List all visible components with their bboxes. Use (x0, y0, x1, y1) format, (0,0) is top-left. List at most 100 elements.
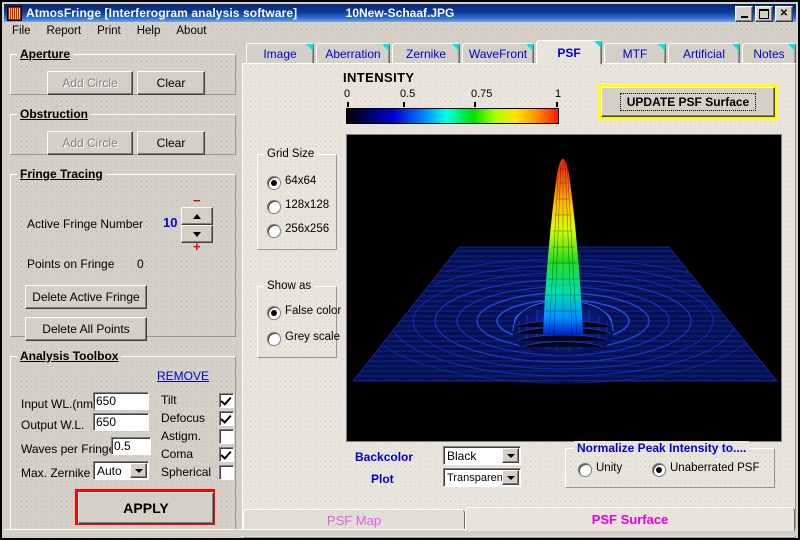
obstruction-clear-button[interactable]: Clear (137, 131, 205, 155)
triangle-up-icon (193, 213, 201, 219)
update-psf-surface-label: UPDATE PSF Surface (619, 93, 757, 111)
menu-item-help[interactable]: Help (129, 24, 169, 38)
intensity-title: INTENSITY (343, 70, 415, 85)
backcolor-label: Backcolor (355, 450, 414, 464)
grid-size-label-128: 128x128 (285, 199, 330, 211)
obstruction-clear-label: Clear (156, 136, 186, 150)
update-psf-surface-button[interactable]: UPDATE PSF Surface (601, 87, 775, 117)
tab-mtf[interactable]: MTF (604, 43, 666, 64)
active-fringe-label: Active Fringe Number (27, 217, 144, 231)
minimize-button[interactable] (735, 6, 753, 22)
tab-zernike-label: Zernike (405, 47, 446, 61)
tab-mtf-label: MTF (622, 47, 648, 61)
tab-zernike[interactable]: Zernike (392, 43, 460, 64)
remove-link[interactable]: REMOVE (157, 369, 209, 383)
tab-artificial[interactable]: Artificial (668, 43, 740, 64)
tilt-checkbox[interactable] (219, 393, 234, 408)
tab-strip: Image Aberration Zernike WaveFront PSF M… (242, 39, 796, 65)
input-wl-field[interactable]: 650 (93, 392, 149, 410)
astigm-checkbox[interactable] (219, 429, 234, 444)
tab-corner-icon (382, 44, 389, 51)
grid-size-group: Grid Size 64x64 128x128 256x256 (257, 148, 337, 250)
plot-dropdown[interactable]: Transparent (443, 468, 521, 487)
backcolor-value: Black (447, 448, 477, 463)
tab-aberration[interactable]: Aberration (316, 43, 390, 64)
menu-item-about[interactable]: About (168, 24, 214, 38)
points-on-fringe-value: 0 (137, 257, 144, 271)
backcolor-dropdown[interactable]: Black (443, 446, 521, 465)
max-zernike-dropdown[interactable]: Auto (93, 461, 149, 480)
output-wl-value: 650 (96, 415, 117, 429)
apply-highlight-frame: APPLY (75, 489, 215, 525)
apply-button[interactable]: APPLY (78, 492, 214, 524)
tab-artificial-label: Artificial (682, 47, 725, 61)
bottom-tab-psf-surface[interactable]: PSF Surface (465, 507, 795, 531)
analysis-toolbox-group: Analysis Toolbox REMOVE Input WL.(nm) 65… (10, 349, 236, 531)
waves-per-fringe-value: 0.5 (114, 439, 131, 453)
menu-bar: File Report Print Help About (4, 22, 796, 39)
psf-tab-panel: INTENSITY 0 0.5 0.75 1 UPDATE PSF Surfac… (242, 63, 796, 538)
tab-aberration-label: Aberration (325, 47, 381, 61)
grid-size-radio-256[interactable] (267, 224, 281, 238)
menu-item-report[interactable]: Report (39, 24, 90, 38)
spherical-label: Spherical (161, 465, 212, 479)
obstruction-add-circle-button[interactable]: Add Circle (47, 131, 133, 155)
defocus-checkbox[interactable] (219, 411, 234, 426)
fringe-tracing-legend: Fringe Tracing (20, 167, 103, 181)
fringe-spinner-up[interactable] (181, 207, 213, 225)
spherical-checkbox[interactable] (219, 465, 234, 480)
colorbar-tick-label-0-5: 0.5 (400, 88, 416, 100)
show-as-radio-false-color[interactable] (267, 306, 281, 320)
show-as-label-false-color: False color (285, 305, 342, 317)
show-as-radio-grey-scale[interactable] (267, 332, 281, 346)
tab-psf-label: PSF (557, 45, 581, 60)
menu-item-print[interactable]: Print (89, 24, 129, 38)
active-fringe-value: 10 (163, 215, 178, 230)
menu-item-file[interactable]: File (4, 24, 39, 38)
max-zernike-dropdown-arrow[interactable] (130, 463, 147, 478)
tab-notes[interactable]: Notes (742, 43, 796, 64)
astigm-label: Astigm. (161, 429, 202, 443)
coma-label: Coma (161, 447, 194, 461)
close-button[interactable]: ✕ (775, 6, 793, 22)
psf-surface-svg (347, 135, 781, 441)
max-zernike-value: Auto (97, 463, 122, 478)
waves-per-fringe-field[interactable]: 0.5 (111, 437, 151, 455)
apply-label: APPLY (123, 500, 169, 516)
show-as-group: Show as False color Grey scale (257, 280, 341, 358)
title-bar: AtmosFringe [Interferogram analysis soft… (4, 4, 796, 22)
normalize-radio-unity[interactable] (578, 463, 592, 477)
output-wl-label: Output W.L. (21, 418, 85, 432)
coma-checkbox[interactable] (219, 447, 234, 462)
right-tab-area: Image Aberration Zernike WaveFront PSF M… (242, 39, 796, 538)
delete-active-fringe-button[interactable]: Delete Active Fringe (25, 285, 147, 309)
tab-image-label: Image (263, 47, 297, 61)
obstruction-add-circle-label: Add Circle (62, 136, 118, 150)
plot-value: Transparent (447, 471, 506, 484)
triangle-down-icon (193, 231, 201, 237)
normalize-label-unaberrated: Unaberrated PSF (670, 462, 760, 474)
normalize-radio-unaberrated[interactable] (652, 463, 666, 477)
spinner-minus-sign: − (193, 193, 201, 208)
obstruction-legend: Obstruction (20, 107, 88, 121)
bottom-tab-psf-map[interactable]: PSF Map (243, 509, 465, 531)
tab-image[interactable]: Image (246, 43, 314, 64)
tab-wavefront[interactable]: WaveFront (462, 43, 534, 64)
backcolor-dropdown-arrow[interactable] (502, 448, 519, 463)
aperture-add-circle-label: Add Circle (62, 76, 118, 90)
aperture-clear-button[interactable]: Clear (137, 71, 205, 95)
plot-dropdown-arrow[interactable] (502, 470, 519, 485)
maximize-button[interactable] (755, 6, 773, 22)
psf-surface-plot[interactable] (346, 134, 782, 442)
chevron-down-icon (506, 453, 515, 458)
grid-size-radio-64[interactable] (267, 176, 281, 190)
tab-corner-icon (594, 41, 601, 48)
tab-psf[interactable]: PSF (536, 40, 602, 65)
aperture-add-circle-button[interactable]: Add Circle (47, 71, 133, 95)
tab-corner-icon (452, 44, 459, 51)
delete-all-points-button[interactable]: Delete All Points (25, 317, 147, 341)
input-wl-value: 650 (96, 394, 117, 408)
grid-size-radio-128[interactable] (267, 200, 281, 214)
update-button-highlight: UPDATE PSF Surface (598, 84, 778, 120)
output-wl-field[interactable]: 650 (93, 413, 149, 431)
